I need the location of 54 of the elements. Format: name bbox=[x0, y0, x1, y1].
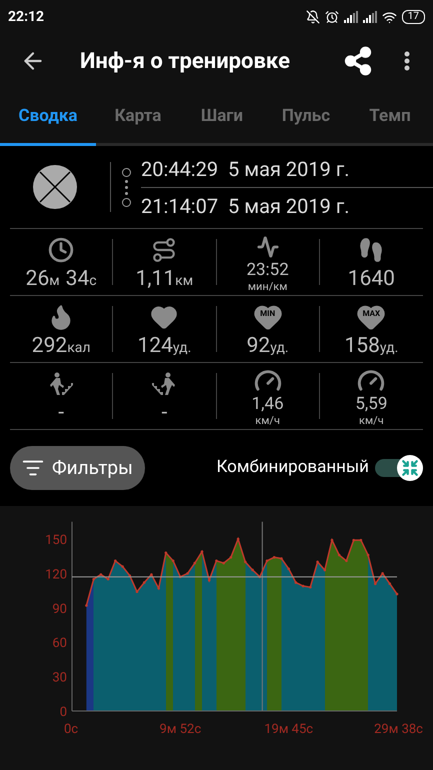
stat-value: 5,59 км/ч bbox=[355, 396, 388, 426]
heart-min-icon: MIN bbox=[252, 304, 283, 330]
start-marker-icon bbox=[122, 168, 130, 176]
stairs-down-icon bbox=[151, 370, 178, 396]
stat-value: 26м 34с bbox=[26, 268, 97, 290]
clock-icon bbox=[48, 236, 74, 262]
battery-icon: 17 bbox=[402, 10, 425, 24]
tab[interactable]: Шаги bbox=[180, 91, 264, 146]
pulse-icon bbox=[256, 236, 279, 258]
filters-button[interactable]: Фильтры bbox=[10, 446, 145, 490]
tab[interactable]: Пульс bbox=[264, 91, 348, 146]
wifi-icon bbox=[382, 10, 397, 24]
share-button[interactable] bbox=[343, 46, 373, 76]
tab[interactable]: Сводка bbox=[0, 91, 96, 146]
stat-value: 92уд. bbox=[246, 336, 289, 356]
x-tick-label: 0с bbox=[64, 722, 78, 737]
signal-icon bbox=[344, 11, 358, 23]
stat-value: 124уд. bbox=[137, 336, 192, 356]
y-tick-label: 90 bbox=[52, 602, 67, 617]
combined-switch[interactable] bbox=[375, 455, 423, 481]
status-time: 22:12 bbox=[8, 8, 44, 26]
y-tick-label: 120 bbox=[45, 567, 67, 582]
y-tick-label: 150 bbox=[45, 533, 67, 548]
more-icon bbox=[404, 51, 410, 71]
stat-value: - bbox=[161, 402, 168, 424]
screen-title: Инф-я о тренировке bbox=[80, 48, 290, 76]
bell-off-icon bbox=[306, 10, 320, 24]
route-icon bbox=[151, 236, 178, 262]
y-tick-label: 0 bbox=[60, 705, 67, 720]
x-tick-label: 29м 38с bbox=[374, 722, 423, 737]
y-tick-label: 60 bbox=[52, 636, 67, 652]
stairs-up-icon bbox=[48, 370, 74, 396]
stat-value: 1,46 км/ч bbox=[252, 396, 284, 426]
stat-value: 1640 bbox=[348, 268, 395, 290]
x-tick-label: 19м 45с bbox=[264, 722, 314, 737]
stat-value: - bbox=[58, 402, 64, 424]
start-time: 20:44:29 5 мая 2019 г. bbox=[141, 156, 350, 182]
alarm-icon bbox=[324, 10, 339, 24]
x-tick-label: 9м 52с bbox=[160, 722, 202, 737]
stat-value: 158уд. bbox=[344, 336, 398, 356]
stat-value: 1,11 км bbox=[136, 268, 194, 290]
y-tick-label: 30 bbox=[52, 670, 67, 686]
toggle-label: Комбинированный bbox=[216, 456, 369, 480]
tab[interactable]: Карта bbox=[96, 91, 180, 146]
tab[interactable]: Темп bbox=[348, 91, 432, 146]
heart-max-icon: MAX bbox=[356, 304, 386, 330]
end-marker-icon bbox=[122, 198, 130, 206]
collapse-arrows-icon bbox=[401, 459, 419, 477]
footprints-icon bbox=[358, 236, 384, 262]
signal-icon bbox=[362, 11, 377, 23]
stat-value: 292кал bbox=[32, 336, 90, 356]
sport-icon bbox=[32, 164, 78, 210]
stat-value: 23:52 мин/км bbox=[246, 262, 289, 292]
end-time: 21:14:07 5 мая 2019 г. bbox=[141, 192, 350, 220]
